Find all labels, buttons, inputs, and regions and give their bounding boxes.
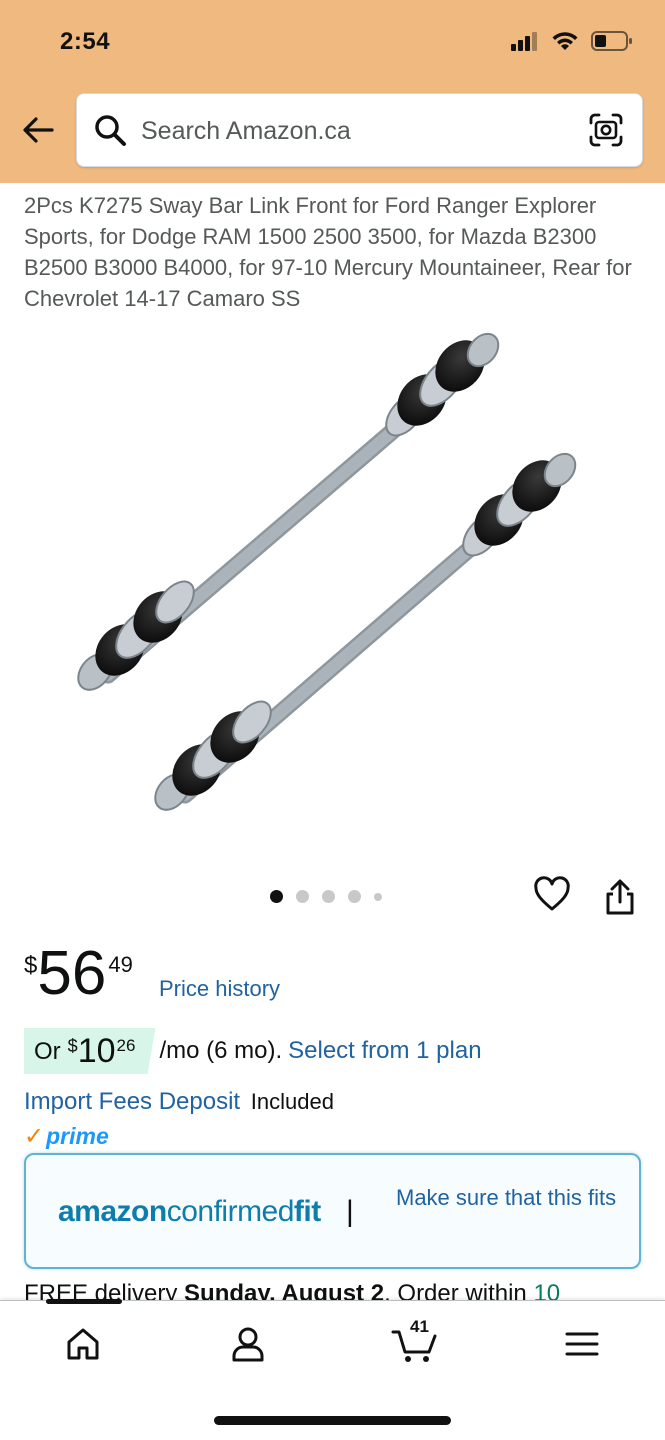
make-sure-fits-link[interactable]: Make sure that this fits xyxy=(396,1181,626,1215)
amazon-confirmed-fit-logo: amazonconfirmedfit xyxy=(58,1195,321,1228)
image-carousel-dots[interactable] xyxy=(270,890,382,903)
fit-separator: | xyxy=(346,1195,354,1228)
product-title[interactable]: 2Pcs K7275 Sway Bar Link Front for Ford … xyxy=(24,190,644,314)
heart-icon[interactable] xyxy=(533,876,571,914)
installment-whole: 10 xyxy=(77,1032,116,1070)
carousel-dot-3[interactable] xyxy=(322,890,335,903)
home-indicator-bar xyxy=(214,1416,451,1425)
cart-count-badge: 41 xyxy=(410,1317,429,1336)
status-time: 2:54 xyxy=(60,28,111,55)
sway-bar-link-1 xyxy=(77,332,500,691)
status-icons xyxy=(511,30,633,52)
prime-label: prime xyxy=(46,1123,109,1149)
delivery-info: FREE delivery Sunday, August 2. Order wi… xyxy=(24,1280,664,1300)
nav-account[interactable] xyxy=(218,1321,278,1367)
back-arrow-icon[interactable] xyxy=(20,112,56,148)
carousel-dot-2[interactable] xyxy=(296,890,309,903)
wifi-icon xyxy=(552,32,578,50)
search-icon xyxy=(95,115,126,146)
active-tab-indicator xyxy=(46,1299,122,1304)
installment-badge: Or $ 10 26 xyxy=(24,1028,156,1074)
carousel-dot-1[interactable] xyxy=(270,890,283,903)
camera-lens-icon[interactable] xyxy=(588,112,624,148)
carousel-dot-4[interactable] xyxy=(348,890,361,903)
import-fees-status: Included xyxy=(250,1089,334,1114)
installment-offer: Or $ 10 26 /mo (6 mo). Select from 1 pla… xyxy=(24,1028,482,1074)
share-icon[interactable] xyxy=(602,878,638,916)
installment-fraction: 26 xyxy=(116,1036,136,1055)
confirmed-fit-box[interactable]: amazonconfirmedfit | Make sure that this… xyxy=(24,1153,641,1269)
prime-badge: ✓ prime xyxy=(24,1122,109,1151)
nav-home[interactable] xyxy=(53,1321,113,1367)
delivery-date: Sunday, August 2 xyxy=(184,1280,385,1300)
import-fees: Import Fees Deposit Included xyxy=(24,1088,334,1116)
cellular-signal-icon xyxy=(511,32,537,51)
installment-symbol: $ xyxy=(67,1036,78,1056)
delivery-middle: . Order within xyxy=(384,1280,534,1300)
header: 2:54 Search Amazon.ca xyxy=(0,0,665,183)
price: $ 56 49 xyxy=(24,938,133,1010)
home-icon xyxy=(67,1328,99,1360)
price-history-link[interactable]: Price history xyxy=(159,976,280,1002)
price-fraction: 49 xyxy=(108,952,133,977)
delivery-time: 10 xyxy=(533,1280,561,1300)
installment-or: Or xyxy=(34,1038,61,1065)
delivery-prefix: FREE delivery xyxy=(24,1280,185,1300)
nav-menu[interactable] xyxy=(552,1321,612,1367)
price-whole: 56 xyxy=(37,939,107,1008)
price-symbol: $ xyxy=(24,952,38,979)
hamburger-menu-icon xyxy=(565,1332,599,1356)
import-fees-link[interactable]: Import Fees Deposit xyxy=(24,1088,240,1115)
carousel-dot-5[interactable] xyxy=(374,892,382,901)
account-icon xyxy=(232,1327,264,1362)
select-plan-link[interactable]: Select from 1 plan xyxy=(288,1037,481,1065)
search-placeholder: Search Amazon.ca xyxy=(141,117,351,145)
search-input[interactable]: Search Amazon.ca xyxy=(76,93,643,167)
prime-check-icon: ✓ xyxy=(24,1123,45,1150)
sway-bar-link-2 xyxy=(154,452,577,811)
battery-icon xyxy=(591,31,632,51)
installment-terms: /mo (6 mo). xyxy=(159,1037,283,1064)
product-image[interactable] xyxy=(60,320,600,840)
